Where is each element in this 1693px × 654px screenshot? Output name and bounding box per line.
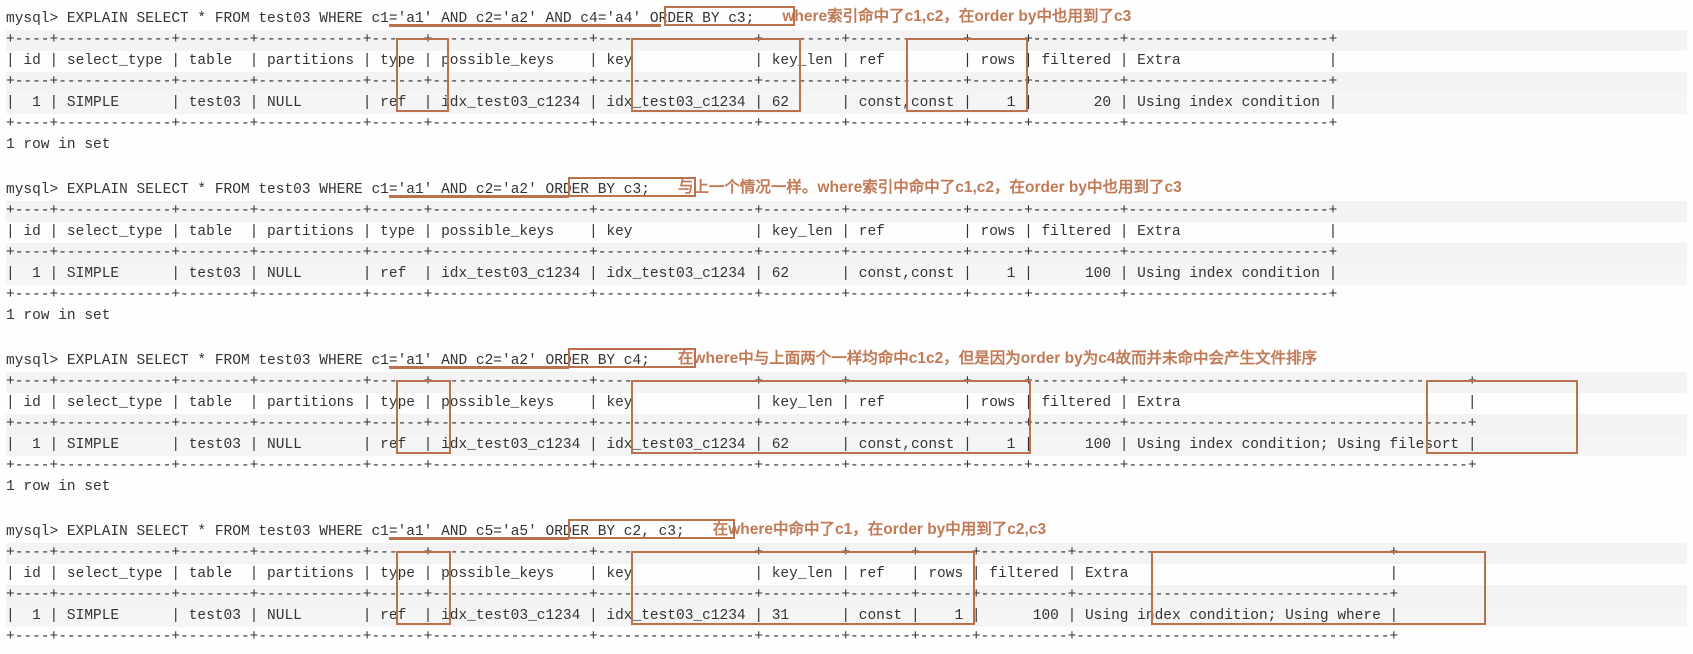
table-header: | id | select_type | table | partitions …	[6, 393, 1687, 414]
explain-block: mysql> EXPLAIN SELECT * FROM test03 WHER…	[6, 519, 1687, 648]
query-where: c1='a1' AND c2='a2'	[371, 353, 536, 369]
query-prefix: mysql> EXPLAIN SELECT * FROM test03 WHER…	[6, 353, 371, 369]
table-border: +----+-------------+--------+-----------…	[6, 372, 1687, 393]
query-line: mysql> EXPLAIN SELECT * FROM test03 WHER…	[6, 519, 1687, 543]
query-line: mysql> EXPLAIN SELECT * FROM test03 WHER…	[6, 348, 1687, 372]
query-prefix: mysql> EXPLAIN SELECT * FROM test03 WHER…	[6, 11, 371, 27]
table-header: | id | select_type | table | partitions …	[6, 564, 1687, 585]
query-line: mysql> EXPLAIN SELECT * FROM test03 WHER…	[6, 6, 1687, 30]
table-border: +----+-------------+--------+-----------…	[6, 585, 1687, 606]
table-border: +----+-------------+--------+-----------…	[6, 72, 1687, 93]
query-order: ORDER BY c2, c3;	[537, 524, 685, 540]
blank-line	[6, 498, 1687, 519]
annotation-note: 在where中命中了c1，在order by中用到了c2,c3	[713, 519, 1046, 541]
rows-in-set: 1 row in set	[6, 306, 1687, 327]
table-data-row: | 1 | SIMPLE | test03 | NULL | ref | idx…	[6, 435, 1687, 456]
table-data-row: | 1 | SIMPLE | test03 | NULL | ref | idx…	[6, 93, 1687, 114]
table-border: +----+-------------+--------+-----------…	[6, 243, 1687, 264]
explain-block: mysql> EXPLAIN SELECT * FROM test03 WHER…	[6, 348, 1687, 519]
table-border: +----+-------------+--------+-----------…	[6, 114, 1687, 135]
rows-in-set: 1 row in set	[6, 477, 1687, 498]
table-border: +----+-------------+--------+-----------…	[6, 543, 1687, 564]
table-border: +----+-------------+--------+-----------…	[6, 201, 1687, 222]
table-border: +----+-------------+--------+-----------…	[6, 456, 1687, 477]
query-prefix: mysql> EXPLAIN SELECT * FROM test03 WHER…	[6, 524, 371, 540]
query-where: c1='a1' AND c5='a5'	[371, 524, 536, 540]
explain-block: mysql> EXPLAIN SELECT * FROM test03 WHER…	[6, 177, 1687, 348]
query-where: c1='a1' AND c2='a2'	[371, 182, 536, 198]
query-prefix: mysql> EXPLAIN SELECT * FROM test03 WHER…	[6, 182, 371, 198]
table-header: | id | select_type | table | partitions …	[6, 222, 1687, 243]
query-order: ORDER BY c3;	[537, 182, 650, 198]
query-line: mysql> EXPLAIN SELECT * FROM test03 WHER…	[6, 177, 1687, 201]
table-border: +----+-------------+--------+-----------…	[6, 627, 1687, 648]
query-order: ORDER BY c4;	[537, 353, 650, 369]
annotation-note: 在where中与上面两个一样均命中c1c2，但是因为order by为c4故而并…	[678, 348, 1317, 370]
table-border: +----+-------------+--------+-----------…	[6, 30, 1687, 51]
explain-block: mysql> EXPLAIN SELECT * FROM test03 WHER…	[6, 6, 1687, 177]
table-data-row: | 1 | SIMPLE | test03 | NULL | ref | idx…	[6, 606, 1687, 627]
annotation-note: where索引命中了c1,c2，在order by中也用到了c3	[782, 6, 1131, 28]
table-border: +----+-------------+--------+-----------…	[6, 285, 1687, 306]
table-header: | id | select_type | table | partitions …	[6, 51, 1687, 72]
query-order: ORDER BY c3;	[641, 11, 754, 27]
blank-line	[6, 327, 1687, 348]
blank-line	[6, 156, 1687, 177]
query-where: c1='a1' AND c2='a2' AND c4='a4'	[371, 11, 641, 27]
table-border: +----+-------------+--------+-----------…	[6, 414, 1687, 435]
table-data-row: | 1 | SIMPLE | test03 | NULL | ref | idx…	[6, 264, 1687, 285]
annotation-note: 与上一个情况一样。where索引中命中了c1,c2，在order by中也用到了…	[678, 177, 1182, 199]
mysql-explain-output: mysql> EXPLAIN SELECT * FROM test03 WHER…	[6, 6, 1687, 648]
rows-in-set: 1 row in set	[6, 135, 1687, 156]
